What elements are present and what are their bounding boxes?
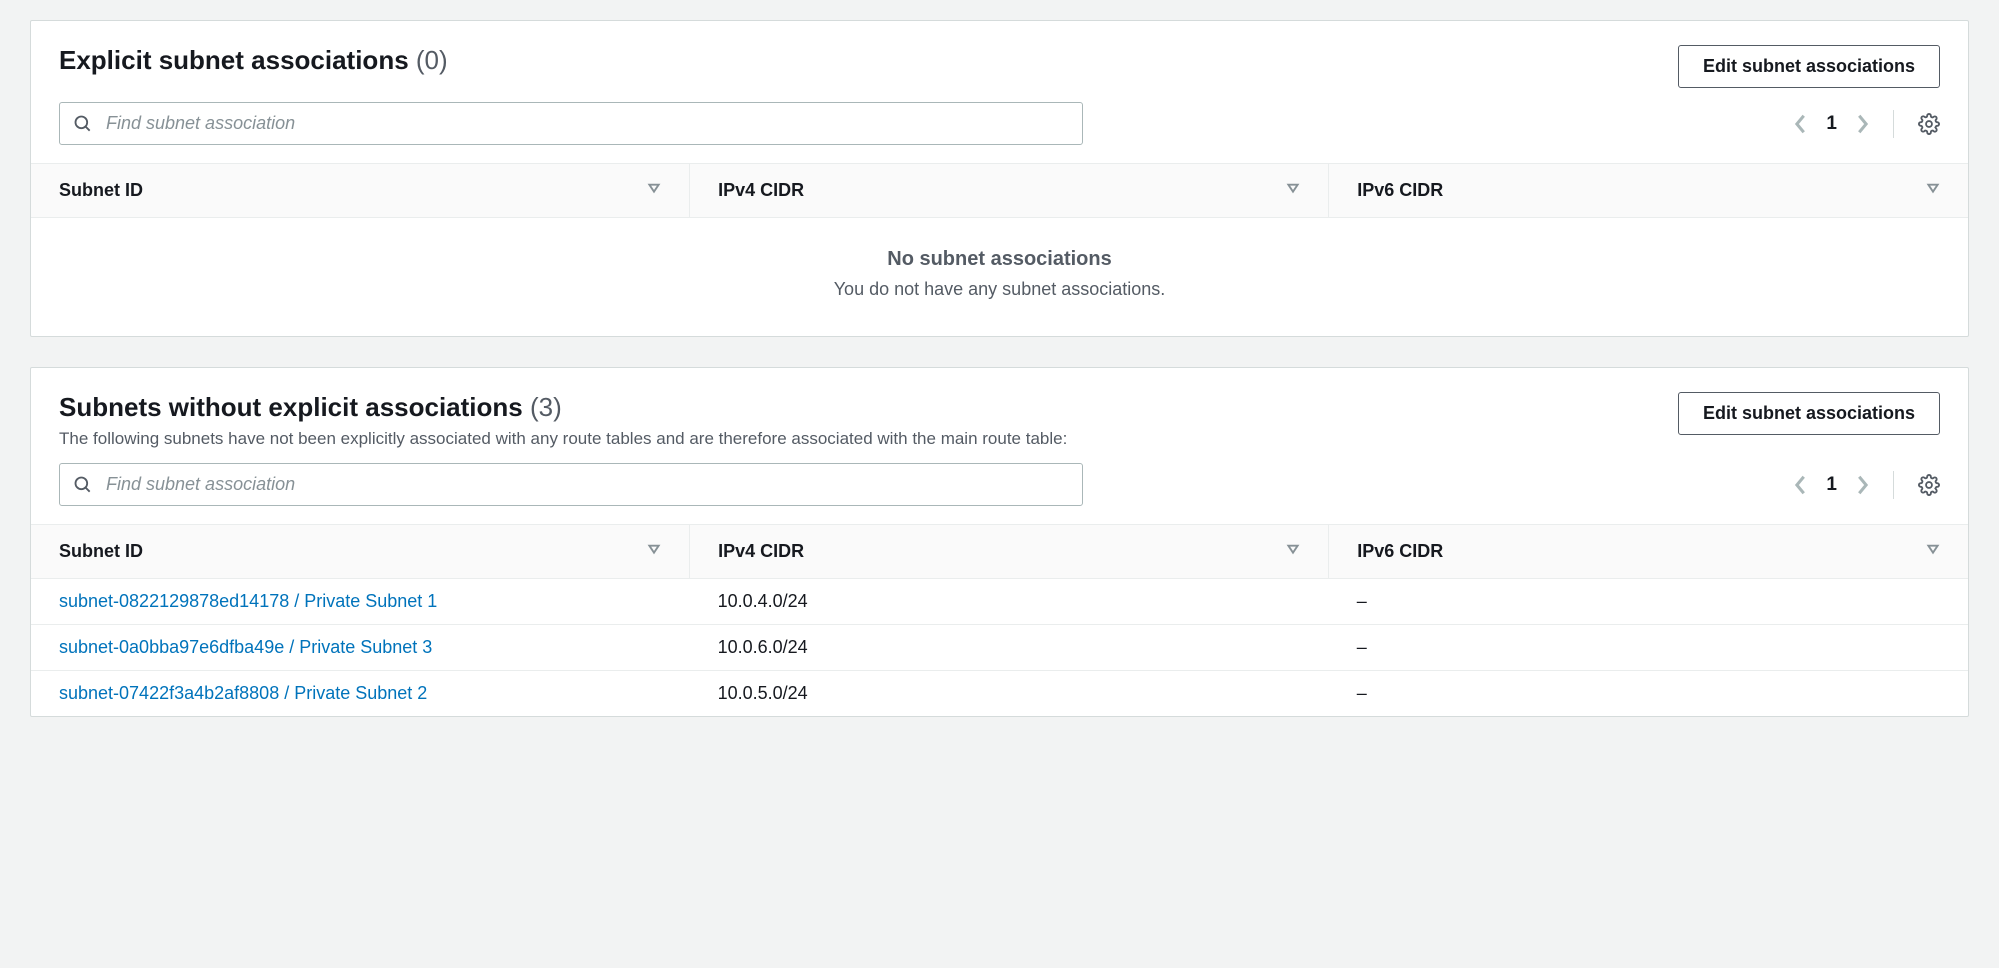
sort-triangle-icon xyxy=(647,180,661,194)
ipv4-cell: 10.0.4.0/24 xyxy=(690,579,1329,625)
divider xyxy=(1893,471,1894,499)
implicit-subtitle: The following subnets have not been expl… xyxy=(59,429,1678,449)
prev-page-button[interactable] xyxy=(1794,113,1808,135)
col-ipv6-label: IPv6 CIDR xyxy=(1357,541,1443,561)
implicit-panel: Subnets without explicit associations (3… xyxy=(30,367,1969,717)
col-ipv6-cidr[interactable]: IPv6 CIDR xyxy=(1329,164,1968,218)
implicit-title: Subnets without explicit associations (3… xyxy=(59,392,1678,423)
implicit-search-wrap xyxy=(59,463,1083,506)
col-ipv4-cidr[interactable]: IPv4 CIDR xyxy=(690,525,1329,579)
sort-triangle-icon xyxy=(1926,180,1940,194)
explicit-table: Subnet ID IPv4 CIDR IPv6 CIDR xyxy=(31,163,1968,336)
sort-triangle-icon xyxy=(1926,541,1940,555)
subnet-link[interactable]: subnet-07422f3a4b2af8808 / Private Subne… xyxy=(59,683,427,703)
col-ipv6-label: IPv6 CIDR xyxy=(1357,180,1443,200)
implicit-table: Subnet ID IPv4 CIDR IPv6 CIDR xyxy=(31,524,1968,716)
empty-subtitle: You do not have any subnet associations. xyxy=(31,279,1968,300)
ipv6-cell: – xyxy=(1329,579,1968,625)
explicit-title-text: Explicit subnet associations xyxy=(59,45,409,75)
table-row: subnet-07422f3a4b2af8808 / Private Subne… xyxy=(31,671,1968,717)
ipv4-cell: 10.0.5.0/24 xyxy=(690,671,1329,717)
prev-page-button[interactable] xyxy=(1794,474,1808,496)
explicit-search-wrap xyxy=(59,102,1083,145)
settings-button[interactable] xyxy=(1918,113,1940,135)
implicit-page-number: 1 xyxy=(1826,474,1837,496)
col-subnet-id[interactable]: Subnet ID xyxy=(31,525,690,579)
explicit-empty-state: No subnet associations You do not have a… xyxy=(31,218,1968,336)
ipv6-cell: – xyxy=(1329,671,1968,717)
col-ipv4-cidr[interactable]: IPv4 CIDR xyxy=(690,164,1329,218)
col-subnet-id-label: Subnet ID xyxy=(59,541,143,561)
settings-button[interactable] xyxy=(1918,474,1940,496)
implicit-search-input[interactable] xyxy=(59,463,1083,506)
sort-triangle-icon xyxy=(1286,541,1300,555)
explicit-panel: Explicit subnet associations (0) Edit su… xyxy=(30,20,1969,337)
col-ipv4-label: IPv4 CIDR xyxy=(718,180,804,200)
explicit-count: (0) xyxy=(416,45,448,75)
empty-title: No subnet associations xyxy=(31,248,1968,271)
divider xyxy=(1893,110,1894,138)
explicit-pagination: 1 xyxy=(1794,110,1940,138)
next-page-button[interactable] xyxy=(1855,474,1869,496)
col-subnet-id-label: Subnet ID xyxy=(59,180,143,200)
sort-triangle-icon xyxy=(1286,180,1300,194)
edit-subnet-associations-button[interactable]: Edit subnet associations xyxy=(1678,392,1940,435)
col-subnet-id[interactable]: Subnet ID xyxy=(31,164,690,218)
explicit-page-number: 1 xyxy=(1826,113,1837,135)
search-icon xyxy=(73,114,93,134)
table-row: subnet-0a0bba97e6dfba49e / Private Subne… xyxy=(31,625,1968,671)
ipv4-cell: 10.0.6.0/24 xyxy=(690,625,1329,671)
search-icon xyxy=(73,475,93,495)
col-ipv6-cidr[interactable]: IPv6 CIDR xyxy=(1329,525,1968,579)
col-ipv4-label: IPv4 CIDR xyxy=(718,541,804,561)
subnet-link[interactable]: subnet-0a0bba97e6dfba49e / Private Subne… xyxy=(59,637,432,657)
implicit-count: (3) xyxy=(530,392,562,422)
explicit-search-input[interactable] xyxy=(59,102,1083,145)
implicit-pagination: 1 xyxy=(1794,471,1940,499)
sort-triangle-icon xyxy=(647,541,661,555)
next-page-button[interactable] xyxy=(1855,113,1869,135)
table-row: subnet-0822129878ed14178 / Private Subne… xyxy=(31,579,1968,625)
subnet-link[interactable]: subnet-0822129878ed14178 / Private Subne… xyxy=(59,591,437,611)
edit-subnet-associations-button[interactable]: Edit subnet associations xyxy=(1678,45,1940,88)
implicit-title-text: Subnets without explicit associations xyxy=(59,392,523,422)
ipv6-cell: – xyxy=(1329,625,1968,671)
explicit-title: Explicit subnet associations (0) xyxy=(59,45,1678,76)
